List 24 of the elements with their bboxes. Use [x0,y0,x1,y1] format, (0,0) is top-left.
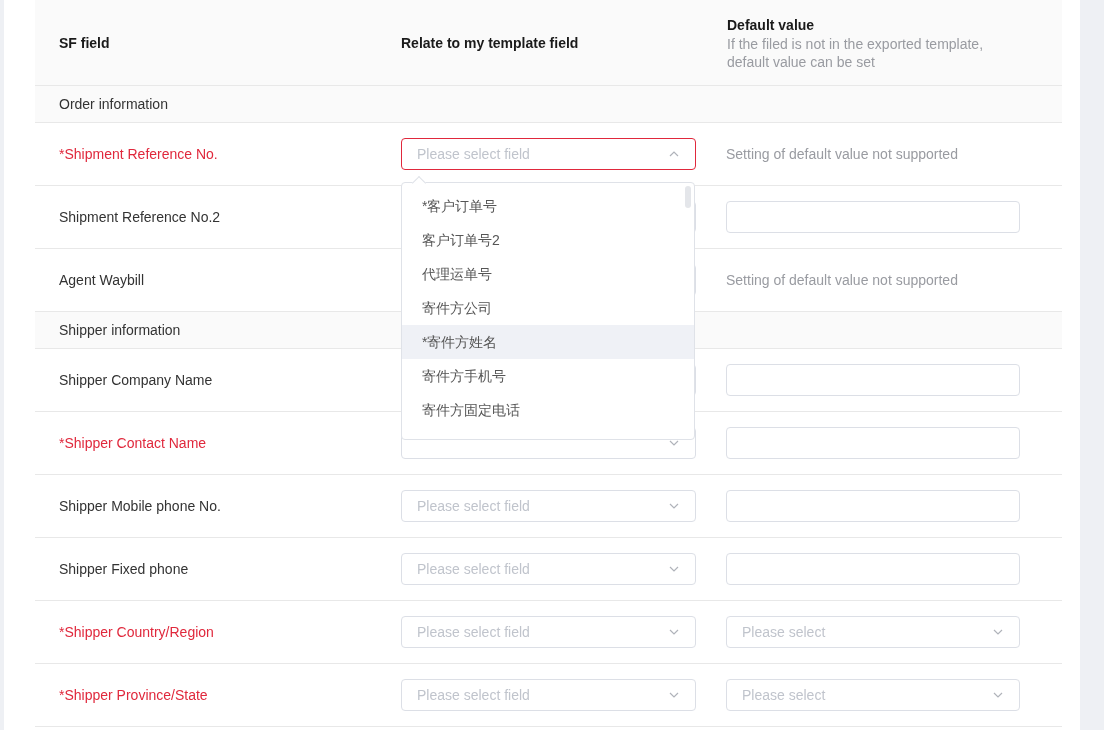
input-field[interactable] [726,364,1020,396]
dropdown-option[interactable]: *寄件方姓名 [402,325,694,359]
field-label: Shipper Mobile phone No. [59,498,221,514]
unsupported-note: Setting of default value not supported [726,146,958,162]
unsupported-note: Setting of default value not supported [726,272,958,288]
field-label: Agent Waybill [59,272,145,288]
column-header: SF field [59,33,111,53]
scrollbar-thumb[interactable] [685,186,691,208]
column-hint: If the filed is not in the exported template, default value can be set [727,34,985,71]
input-field[interactable] [726,201,1020,233]
field-label: *Shipper Country/Region [59,624,214,640]
input-field[interactable] [726,490,1020,522]
section-title: Order information [59,94,168,114]
field-label: Shipper Fixed phone [59,561,189,577]
field-label: Shipment Reference No.2 [59,209,221,225]
column-header: Relate to my template field [401,33,580,53]
field-label: *Shipper Province/State [59,687,208,703]
input-field[interactable] [726,427,1020,459]
section-title: Shipper information [59,320,181,340]
field-label: *Shipment Reference No. [59,146,218,162]
field-label: Shipper Company Name [59,372,213,388]
input-field[interactable] [726,553,1020,585]
column-header: Default value [727,15,816,35]
field-label: *Shipper Contact Name [59,435,207,451]
